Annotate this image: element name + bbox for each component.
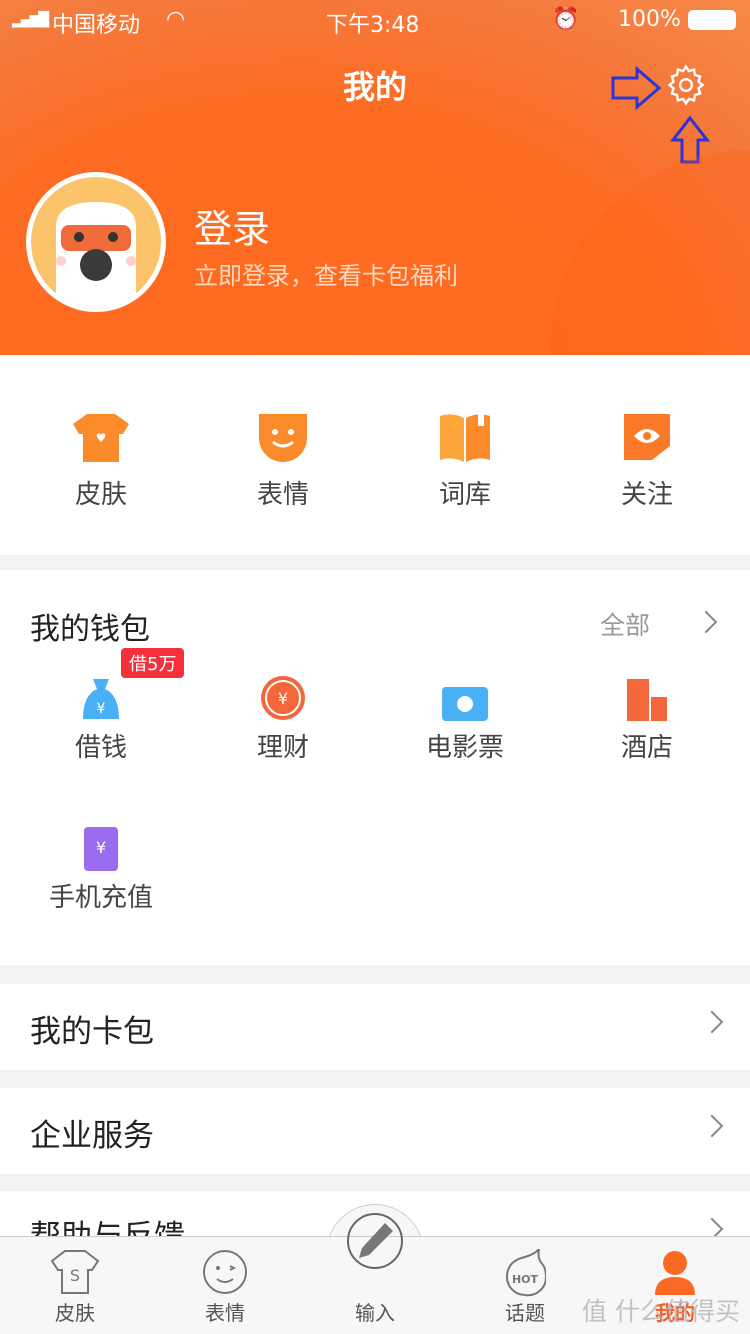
signal-icon: ▂▄▆█ xyxy=(12,12,49,28)
svg-text:¥: ¥ xyxy=(97,701,106,717)
wallet-all-link[interactable]: 全部 xyxy=(600,606,720,642)
status-bar: ▂▄▆█ 中国移动 ◠ 下午3:48 ⏰ 100% xyxy=(0,0,750,40)
tshirt-icon: S xyxy=(50,1250,100,1294)
wifi-icon: ◠ xyxy=(166,7,186,32)
user-icon xyxy=(655,1251,695,1295)
phone-recharge-icon: ¥ xyxy=(84,827,118,871)
chevron-right-icon xyxy=(700,1114,724,1138)
row-card-wallet[interactable]: 我的卡包 xyxy=(0,984,750,1070)
quick-emoji[interactable]: 表情 xyxy=(192,410,374,511)
quick-dictionary[interactable]: 词库 xyxy=(374,410,556,511)
battery-icon xyxy=(688,10,736,30)
carrier: 中国移动 xyxy=(52,13,141,38)
smile-icon xyxy=(259,414,307,462)
tab-skin[interactable]: S 皮肤 xyxy=(0,1237,150,1334)
wallet-loan[interactable]: ¥ 借钱 xyxy=(10,675,192,764)
film-ticket-icon xyxy=(442,687,488,721)
avatar[interactable] xyxy=(26,172,166,312)
wallet-hotel[interactable]: 酒店 xyxy=(556,675,738,764)
wink-icon xyxy=(203,1250,247,1294)
svg-text:HOT: HOT xyxy=(512,1273,539,1286)
login-subtitle: 立即登录，查看卡包福利 xyxy=(194,262,458,290)
pencil-icon xyxy=(347,1213,403,1269)
time: 下午3:48 xyxy=(326,13,420,38)
quick-section: ♥ 皮肤 表情 词库 关注 xyxy=(0,355,750,555)
svg-text:¥: ¥ xyxy=(96,838,106,857)
login-link[interactable]: 登录 xyxy=(194,198,270,253)
coin-icon: ¥ xyxy=(261,676,305,720)
eye-icon xyxy=(624,414,670,460)
svg-text:S: S xyxy=(70,1266,80,1285)
battery-text: 100% xyxy=(618,7,681,32)
tab-emoji[interactable]: 表情 xyxy=(150,1237,300,1334)
settings-gear-icon[interactable] xyxy=(664,63,708,107)
svg-text:♥: ♥ xyxy=(96,431,107,445)
quick-skin[interactable]: ♥ 皮肤 xyxy=(10,410,192,511)
tab-topics[interactable]: HOT 话题 xyxy=(450,1237,600,1334)
loan-badge: 借5万 xyxy=(121,648,185,678)
hot-icon: HOT xyxy=(505,1249,546,1297)
svg-text:¥: ¥ xyxy=(278,689,288,708)
wallet-section: 我的钱包 全部 借5万 ¥ 借钱 ¥ 理财 电影票 酒店 ¥ 手机充值 xyxy=(0,570,750,965)
wallet-finance[interactable]: ¥ 理财 xyxy=(192,675,374,764)
chevron-right-icon xyxy=(700,1010,724,1034)
quick-follow[interactable]: 关注 xyxy=(556,410,738,511)
tab-input[interactable]: 输入 xyxy=(300,1213,450,1334)
hotel-icon xyxy=(627,679,667,721)
annotation-arrow-right xyxy=(611,66,662,110)
alarm-icon: ⏰ xyxy=(552,7,580,32)
wallet-movie-ticket[interactable]: 电影票 xyxy=(374,675,556,764)
wallet-title: 我的钱包 xyxy=(30,612,150,647)
wallet-phone-recharge[interactable]: ¥ 手机充值 xyxy=(10,825,192,914)
row-enterprise-service[interactable]: 企业服务 xyxy=(0,1088,750,1174)
profile-header: ▂▄▆█ 中国移动 ◠ 下午3:48 ⏰ 100% 我的 登录 立即登录，查看卡… xyxy=(0,0,750,355)
annotation-arrow-up xyxy=(670,115,710,164)
tshirt-icon: ♥ xyxy=(73,414,129,462)
watermark: 值 什么值得买 xyxy=(582,1297,740,1326)
money-bag-icon: ¥ xyxy=(83,679,119,719)
chevron-right-icon xyxy=(694,610,718,634)
book-icon xyxy=(440,412,490,462)
